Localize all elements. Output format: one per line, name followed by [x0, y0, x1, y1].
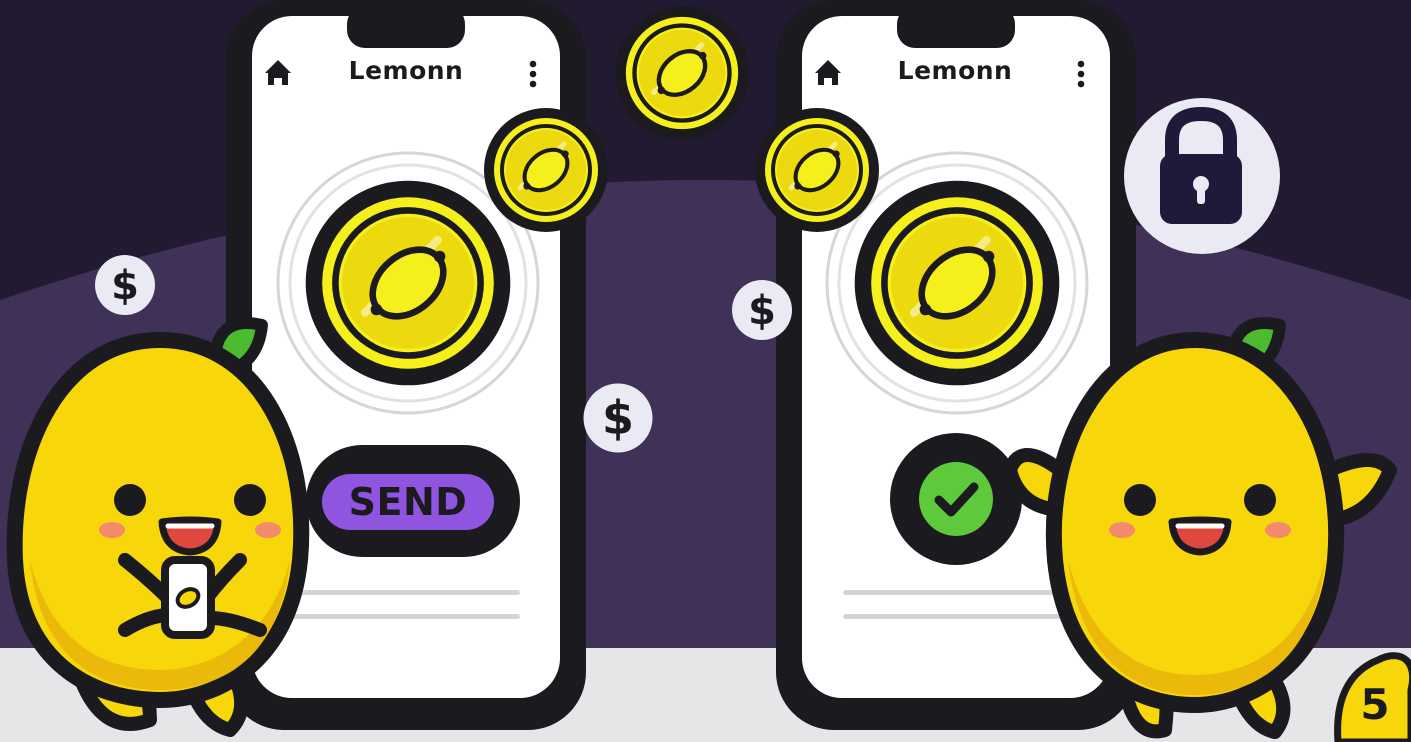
lemon-coin-icon	[755, 108, 879, 232]
lemon-coin-icon	[306, 181, 511, 386]
dollar-icon	[583, 383, 653, 453]
app-title: Lemonn	[897, 56, 1013, 85]
lock-icon	[1124, 98, 1280, 254]
more-vertical-icon[interactable]	[529, 60, 537, 88]
lemon-coin-icon	[484, 108, 608, 232]
app-title: Lemonn	[348, 56, 464, 85]
page-number: 5	[1360, 680, 1390, 729]
lemon-mascot	[6, 317, 310, 737]
more-vertical-icon[interactable]	[1077, 60, 1085, 88]
lemon-coin-icon	[855, 181, 1060, 386]
dollar-icon	[732, 280, 792, 340]
send-button-label[interactable]: SEND	[322, 474, 494, 530]
dollar-icon	[95, 255, 155, 315]
lemon-coin-icon	[615, 6, 749, 140]
check-circle-icon	[890, 433, 1022, 565]
scene: $	[0, 0, 1411, 742]
